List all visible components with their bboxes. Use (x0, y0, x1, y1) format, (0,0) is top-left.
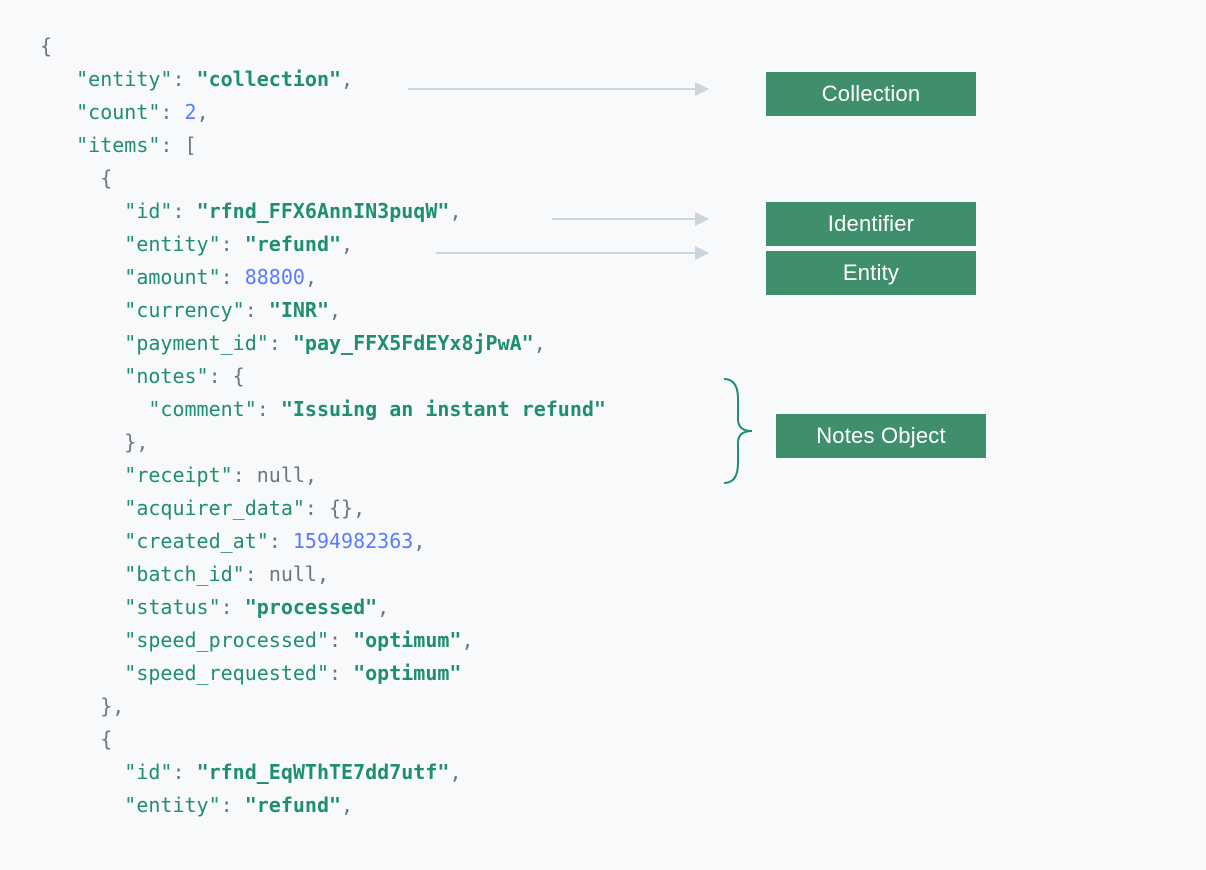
key-id: "id" (124, 199, 172, 223)
val-entity: "collection" (197, 67, 342, 91)
key-payment-id: "payment_id" (124, 331, 269, 355)
key-amount: "amount" (124, 265, 220, 289)
key-receipt: "receipt" (124, 463, 232, 487)
val-created: 1594982363 (293, 529, 413, 553)
val-payment-id: "pay_FFX5FdEYx8jPwA" (293, 331, 534, 355)
val-id-2: "rfnd_EqWThTE7dd7utf" (197, 760, 450, 784)
key-currency: "currency" (124, 298, 244, 322)
key-count: "count" (76, 100, 160, 124)
key-comment: "comment" (148, 397, 256, 421)
key-id-2: "id" (124, 760, 172, 784)
val-currency: "INR" (269, 298, 329, 322)
val-entity-2: "refund" (245, 793, 341, 817)
key-notes: "notes" (124, 364, 208, 388)
val-speed-requested: "optimum" (353, 661, 461, 685)
val-id: "rfnd_FFX6AnnIN3puqW" (197, 199, 450, 223)
val-amount: 88800 (245, 265, 305, 289)
val-comment: "Issuing an instant refund" (281, 397, 606, 421)
val-item-entity: "refund" (245, 232, 341, 256)
key-created: "created_at" (124, 529, 269, 553)
val-acquirer: {} (329, 496, 353, 520)
key-entity-2: "entity" (124, 793, 220, 817)
val-speed-processed: "optimum" (353, 628, 461, 652)
key-items: "items" (76, 133, 160, 157)
val-batch: null (269, 562, 317, 586)
key-speed-requested: "speed_requested" (124, 661, 329, 685)
val-count: 2 (185, 100, 197, 124)
key-status: "status" (124, 595, 220, 619)
key-acquirer: "acquirer_data" (124, 496, 305, 520)
val-status: "processed" (245, 595, 377, 619)
val-receipt: null (257, 463, 305, 487)
key-entity: "entity" (76, 67, 172, 91)
key-speed-processed: "speed_processed" (124, 628, 329, 652)
key-item-entity: "entity" (124, 232, 220, 256)
key-batch: "batch_id" (124, 562, 244, 586)
json-code-block: { "entity": "collection", "count": 2, "i… (40, 30, 1166, 822)
